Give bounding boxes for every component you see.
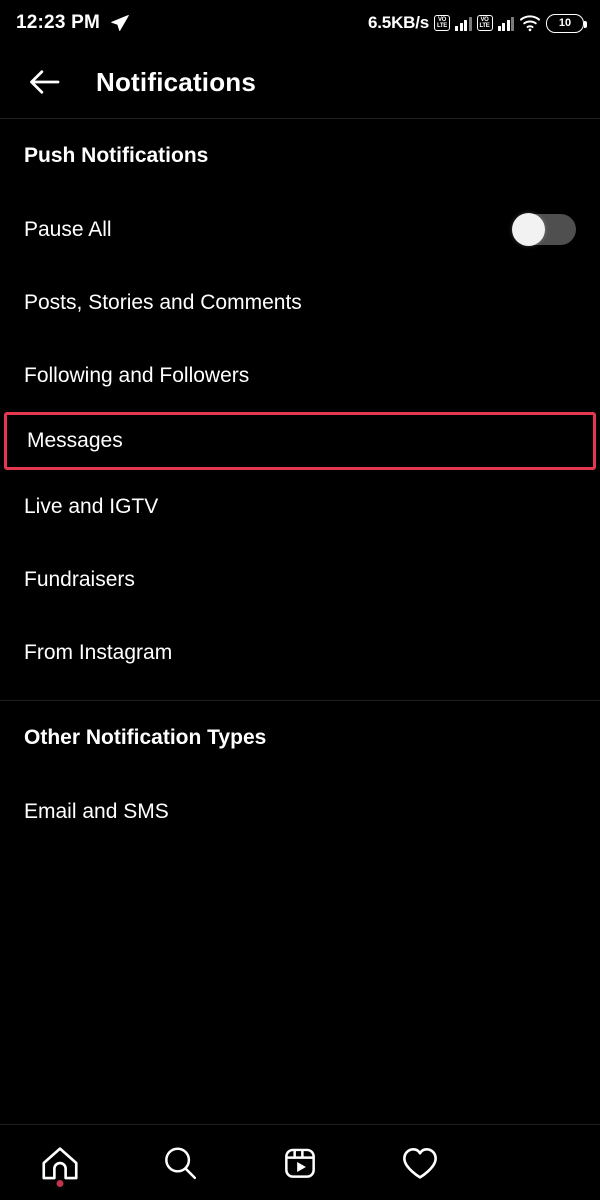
bottom-navigation-bar (0, 1124, 600, 1200)
section-title-push-notifications: Push Notifications (24, 144, 209, 167)
back-button[interactable] (22, 60, 66, 104)
setting-label-following-and-followers: Following and Followers (24, 363, 250, 387)
nav-item-profile[interactable] (480, 1125, 600, 1200)
search-icon (160, 1144, 200, 1182)
home-icon (40, 1144, 80, 1182)
heart-icon (400, 1144, 440, 1182)
setting-row-posts-stories-comments[interactable]: Posts, Stories and Comments (0, 266, 600, 339)
setting-label-posts-stories-comments: Posts, Stories and Comments (24, 290, 302, 314)
signal-bars-sim2-icon (497, 15, 514, 31)
setting-label-email-and-sms: Email and SMS (24, 799, 169, 823)
setting-label-live-and-igtv: Live and IGTV (24, 494, 159, 518)
setting-row-fundraisers[interactable]: Fundraisers (0, 543, 600, 616)
battery-level-label: 10 (558, 17, 572, 29)
nav-item-activity[interactable] (360, 1125, 480, 1200)
setting-row-pause-all[interactable]: Pause All (0, 193, 600, 266)
setting-label-from-instagram: From Instagram (24, 640, 173, 664)
nav-item-reels[interactable] (240, 1125, 360, 1200)
volte-sim1-icon: VO LTE (434, 15, 450, 31)
home-badge-dot (56, 1179, 64, 1187)
section-divider (0, 700, 600, 701)
page-header: Notifications (0, 46, 600, 118)
status-bar-clock: 12:23 PM (16, 12, 100, 33)
setting-row-live-and-igtv[interactable]: Live and IGTV (0, 470, 600, 543)
status-bar-left: 12:23 PM (16, 12, 130, 34)
pause-all-toggle[interactable] (512, 213, 576, 246)
network-speed-label: 6.5KB/s (368, 13, 429, 32)
battery-icon: 10 (546, 13, 587, 33)
telegram-send-icon (110, 13, 130, 33)
nav-item-search[interactable] (120, 1125, 240, 1200)
wifi-icon (519, 14, 541, 32)
setting-label-fundraisers: Fundraisers (24, 567, 135, 591)
page-title: Notifications (96, 66, 257, 97)
setting-label-pause-all: Pause All (24, 217, 112, 241)
setting-label-messages: Messages (27, 429, 123, 452)
setting-row-email-and-sms[interactable]: Email and SMS (0, 775, 600, 848)
nav-item-home[interactable] (0, 1125, 120, 1200)
reels-icon (280, 1144, 320, 1182)
instagram-notifications-screen: 12:23 PM 6.5KB/s VO LTE VO LTE 10 Notifi… (0, 0, 600, 1200)
settings-list: Push Notifications Pause All Posts, Stor… (0, 119, 600, 848)
signal-bars-sim1-icon (455, 15, 472, 31)
setting-row-messages[interactable]: Messages (4, 412, 596, 470)
toggle-knob (512, 213, 545, 246)
back-arrow-icon (27, 68, 61, 96)
setting-row-following-and-followers[interactable]: Following and Followers (0, 339, 600, 412)
volte-sim1-bottom: LTE (437, 23, 447, 29)
status-bar: 12:23 PM 6.5KB/s VO LTE VO LTE 10 (0, 0, 600, 46)
setting-row-from-instagram[interactable]: From Instagram (0, 616, 600, 689)
volte-sim2-icon: VO LTE (476, 15, 493, 31)
status-bar-right: 6.5KB/s VO LTE VO LTE 10 (368, 13, 587, 33)
section-title-other-notification-types: Other Notification Types (24, 726, 267, 749)
volte-sim2-bottom: LTE (479, 23, 490, 29)
